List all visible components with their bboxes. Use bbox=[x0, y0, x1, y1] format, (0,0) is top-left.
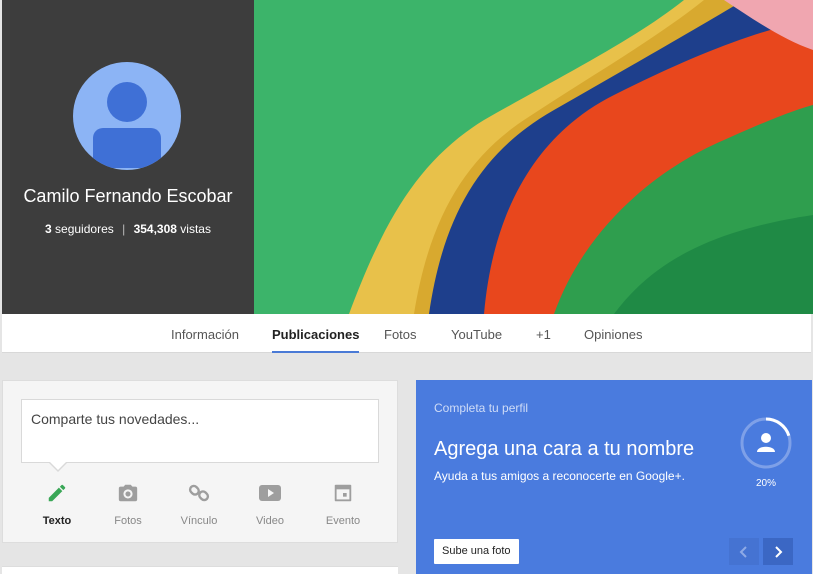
share-input-caret bbox=[49, 462, 67, 472]
share-input[interactable]: Comparte tus novedades... bbox=[21, 399, 379, 463]
tab-fotos[interactable]: Fotos bbox=[384, 314, 417, 353]
share-card: Comparte tus novedades... Texto Fotos Ví… bbox=[2, 380, 398, 543]
views-label: vistas bbox=[180, 222, 211, 236]
tab-informacion[interactable]: Información bbox=[171, 314, 239, 353]
profile-tabs: Información Publicaciones Fotos YouTube … bbox=[2, 314, 811, 353]
profile-name: Camilo Fernando Escobar bbox=[23, 186, 233, 206]
share-text-button[interactable]: Texto bbox=[22, 481, 92, 527]
video-icon bbox=[235, 481, 305, 505]
views-count: 354,308 bbox=[133, 222, 177, 236]
share-video-button[interactable]: Video bbox=[235, 481, 305, 527]
complete-profile-kicker: Completa tu perfil bbox=[434, 401, 529, 415]
share-video-label: Video bbox=[256, 515, 284, 527]
camera-icon bbox=[93, 481, 163, 505]
avatar-body bbox=[93, 128, 161, 168]
tab-publicaciones[interactable]: Publicaciones bbox=[272, 314, 360, 353]
stats-separator: | bbox=[122, 222, 126, 236]
calendar-icon bbox=[308, 481, 378, 505]
pencil-icon bbox=[22, 481, 92, 505]
complete-profile-card: Completa tu perfil Agrega una cara a tu … bbox=[416, 380, 812, 574]
complete-profile-subtitle: Ayuda a tus amigos a reconocerte en Goog… bbox=[434, 469, 685, 483]
next-card-edge bbox=[2, 566, 398, 574]
share-text-label: Texto bbox=[42, 515, 72, 527]
chevron-right-icon bbox=[775, 545, 783, 558]
share-event-label: Evento bbox=[325, 515, 361, 527]
profile-panel: Camilo Fernando Escobar 3 seguidores | 3… bbox=[2, 0, 254, 314]
cover-photo[interactable] bbox=[254, 0, 813, 314]
profile-progress-ring bbox=[740, 417, 792, 469]
followers-count: 3 bbox=[45, 222, 52, 236]
tab-opiniones[interactable]: Opiniones bbox=[584, 314, 643, 353]
cover-image bbox=[254, 0, 813, 314]
followers-label: seguidores bbox=[55, 222, 114, 236]
tab-youtube[interactable]: YouTube bbox=[451, 314, 502, 353]
previous-button[interactable] bbox=[729, 538, 759, 565]
share-link-label: Vínculo bbox=[180, 515, 218, 527]
chevron-left-icon bbox=[739, 545, 747, 558]
tab-plus-one[interactable]: +1 bbox=[536, 314, 551, 353]
link-icon bbox=[164, 481, 234, 505]
profile-stats: 3 seguidores | 354,308 vistas bbox=[2, 222, 254, 236]
next-button[interactable] bbox=[763, 538, 793, 565]
share-event-button[interactable]: Evento bbox=[308, 481, 378, 527]
avatar[interactable] bbox=[73, 62, 181, 170]
profile-progress-label: 20% bbox=[755, 478, 776, 489]
upload-photo-button[interactable]: Sube una foto bbox=[434, 539, 519, 564]
complete-profile-title: Agrega una cara a tu nombre bbox=[434, 438, 695, 460]
share-link-button[interactable]: Vínculo bbox=[164, 481, 234, 527]
avatar-head bbox=[107, 82, 147, 122]
person-icon bbox=[757, 433, 775, 452]
share-photo-label: Fotos bbox=[114, 515, 142, 527]
share-photo-button[interactable]: Fotos bbox=[93, 481, 163, 527]
